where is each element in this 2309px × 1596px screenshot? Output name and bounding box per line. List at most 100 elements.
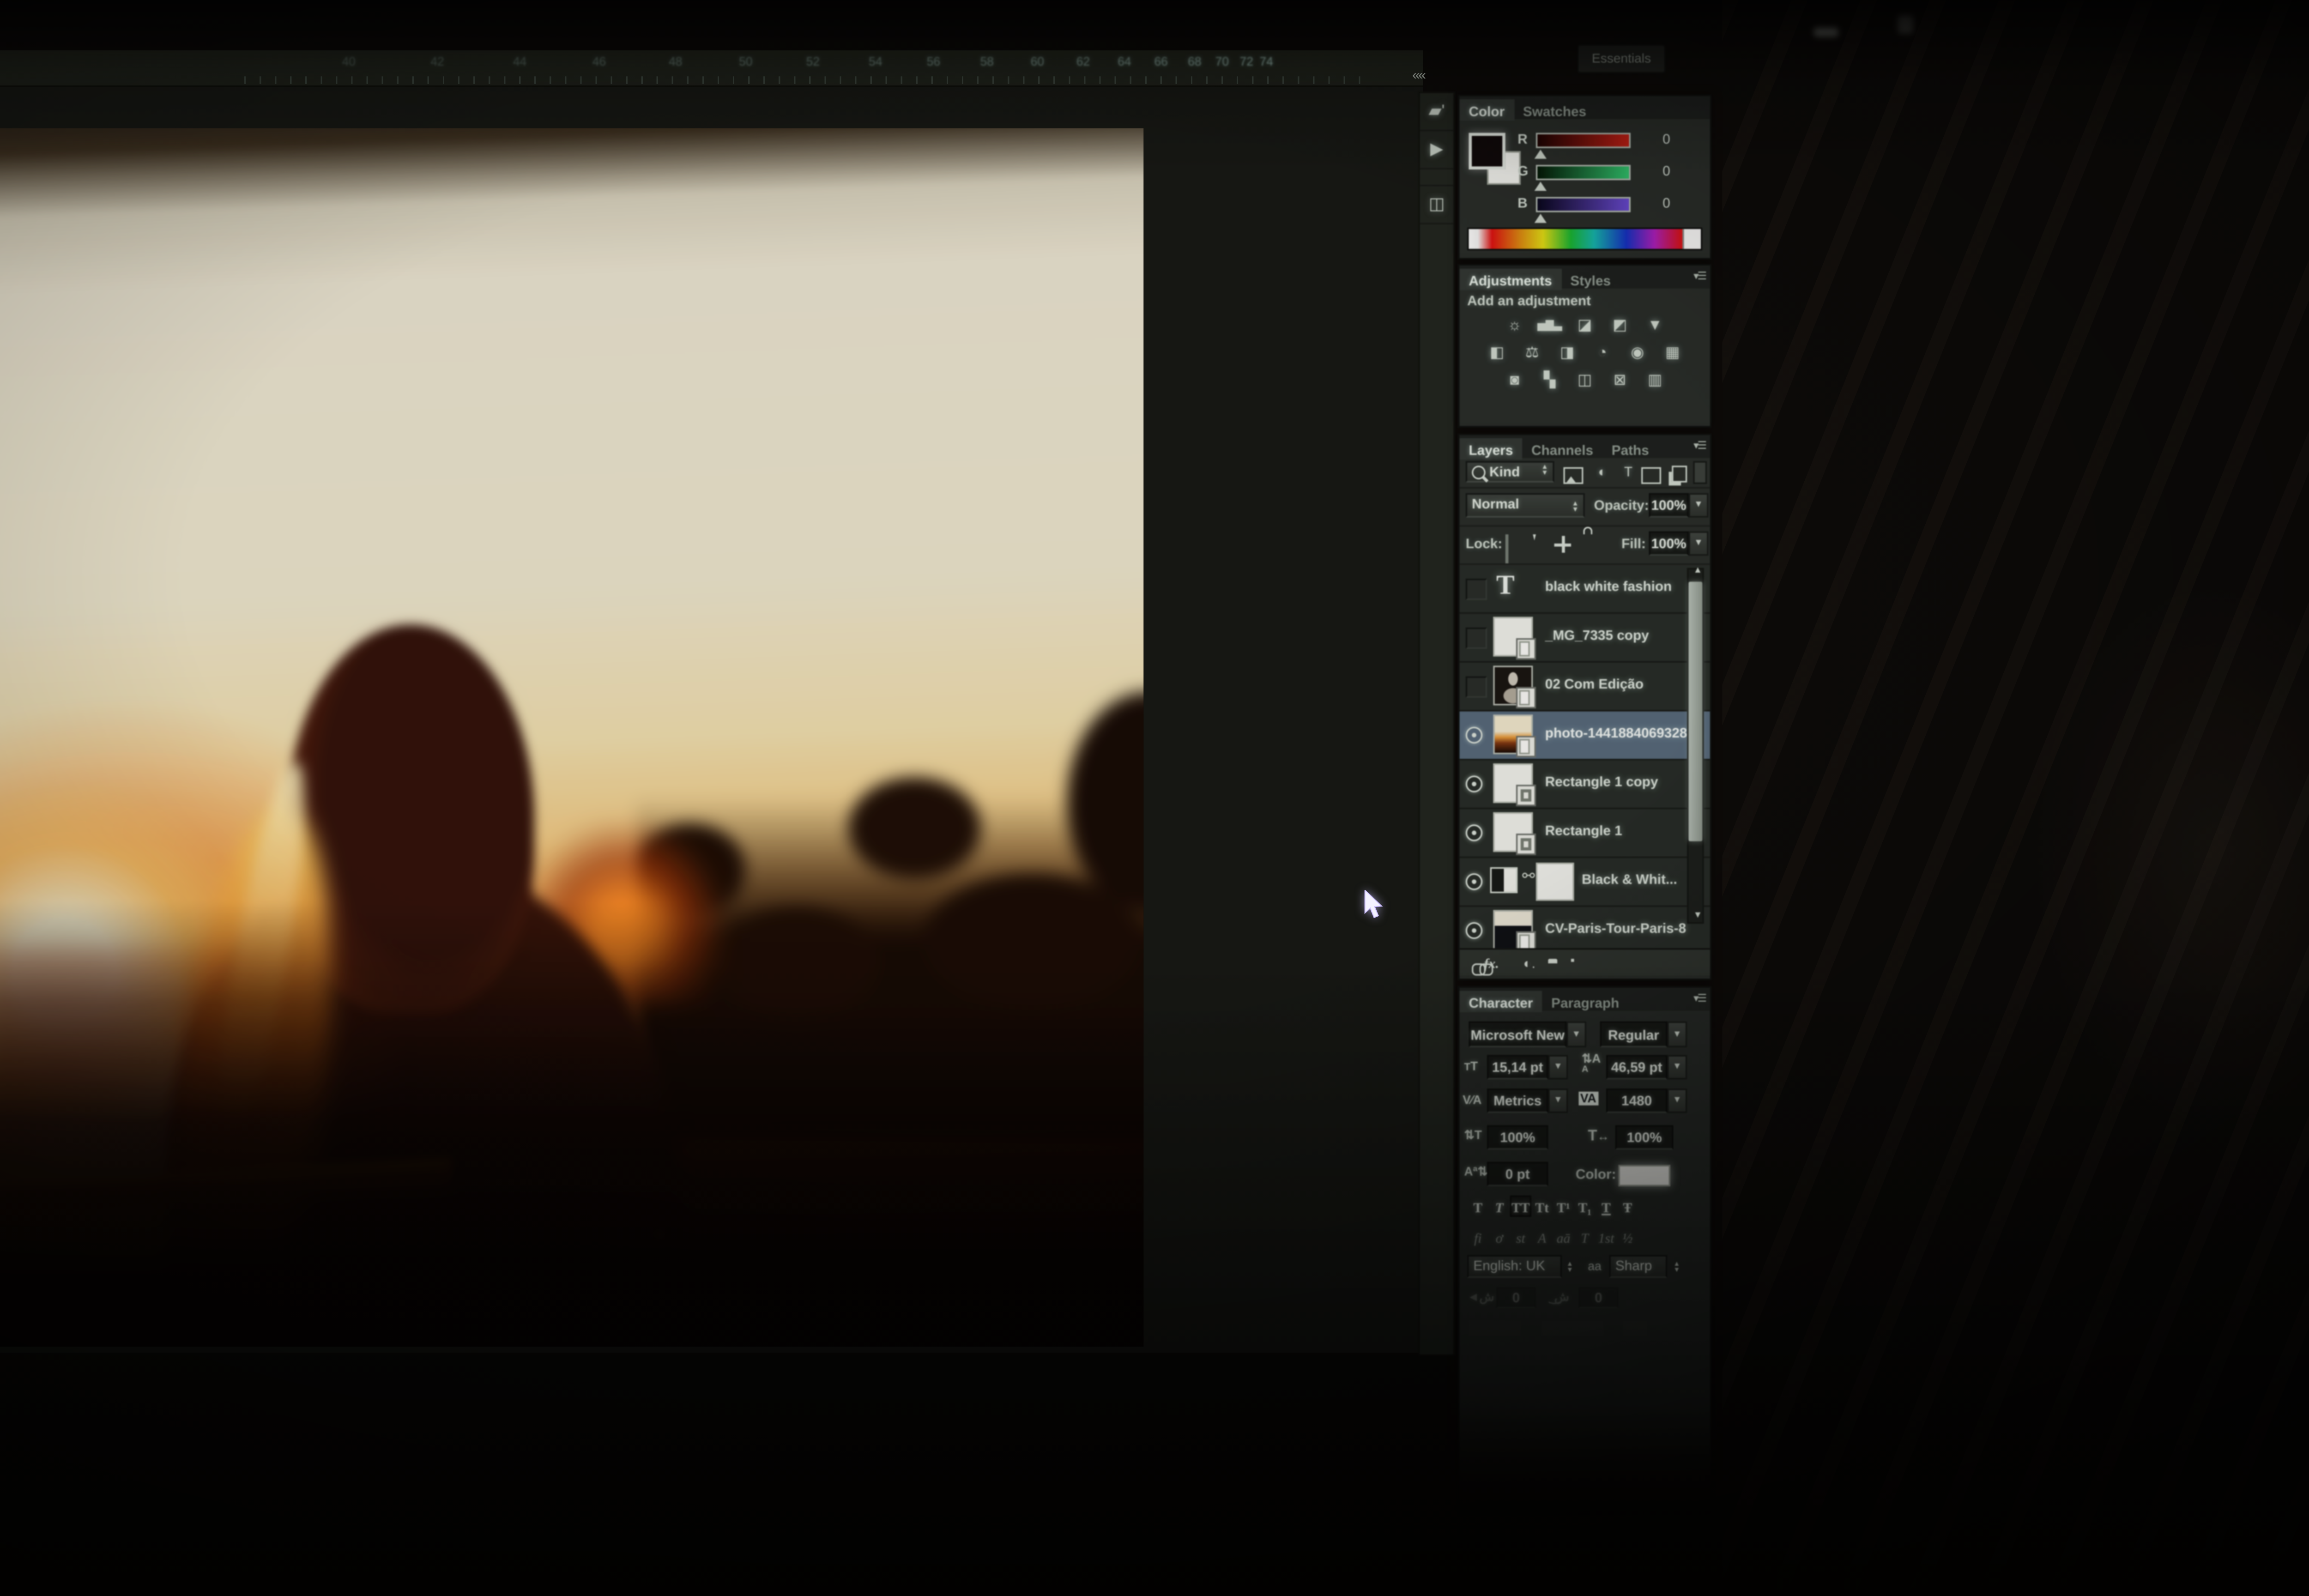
- ordinals-button[interactable]: 1st: [1596, 1227, 1617, 1249]
- tab-paragraph[interactable]: Paragraph: [1542, 991, 1628, 1012]
- faux-italic-button[interactable]: T: [1488, 1197, 1510, 1218]
- filter-shape-icon[interactable]: [1641, 463, 1661, 490]
- scrollbar-thumb[interactable]: [1689, 582, 1703, 841]
- document-canvas[interactable]: [0, 128, 1143, 1347]
- me-value-field[interactable]: 0: [1496, 1287, 1536, 1308]
- lock-transparency-icon[interactable]: [1505, 536, 1509, 563]
- leading-dropdown-icon[interactable]: ▼: [1667, 1055, 1687, 1080]
- vertical-scale-field[interactable]: 100%: [1487, 1125, 1548, 1150]
- titling-alternates-button[interactable]: aā: [1553, 1227, 1574, 1249]
- scroll-up-icon[interactable]: ▲: [1693, 567, 1703, 576]
- selective-color-icon[interactable]: ⊠: [1608, 369, 1632, 393]
- text-color-swatch[interactable]: [1618, 1165, 1670, 1186]
- opacity-value[interactable]: 100%: [1649, 493, 1689, 518]
- superscript-button[interactable]: T¹: [1553, 1197, 1574, 1218]
- exposure-icon[interactable]: ◩: [1608, 314, 1632, 338]
- color-spectrum-ramp[interactable]: [1467, 228, 1702, 251]
- swash-button[interactable]: T: [1574, 1227, 1596, 1249]
- curves-icon[interactable]: ◪: [1572, 314, 1597, 338]
- green-slider[interactable]: [1536, 165, 1631, 180]
- faux-bold-button[interactable]: T: [1467, 1197, 1488, 1218]
- discretionary-ligatures-button[interactable]: st: [1510, 1227, 1531, 1249]
- subscript-button[interactable]: T₁: [1574, 1197, 1596, 1218]
- black-white-icon[interactable]: ◨: [1555, 342, 1579, 365]
- strikethrough-button[interactable]: Ŧ: [1617, 1197, 1638, 1218]
- layer-row[interactable]: Rectangle 1: [1460, 809, 1710, 858]
- 3d-panel-icon[interactable]: ◫: [1420, 185, 1454, 224]
- blue-slider[interactable]: [1536, 197, 1631, 212]
- contextual-alternates-button[interactable]: ơ: [1488, 1227, 1510, 1249]
- tab-channels[interactable]: Channels: [1522, 438, 1602, 459]
- layer-thumbnail[interactable]: [1493, 910, 1533, 949]
- layer-thumbnail[interactable]: [1493, 665, 1533, 705]
- filter-kind-dropdown[interactable]: Kind ▲▼: [1466, 461, 1554, 482]
- font-family-dropdown-icon[interactable]: ▼: [1566, 1022, 1586, 1047]
- fill-dropdown-icon[interactable]: ▼: [1689, 532, 1709, 556]
- layer-thumbnail[interactable]: [1493, 617, 1533, 657]
- filter-pixel-icon[interactable]: [1563, 463, 1583, 490]
- fractions-button[interactable]: ½: [1617, 1227, 1638, 1249]
- language-dropdown[interactable]: English: UK: [1467, 1255, 1562, 1278]
- scroll-down-icon[interactable]: ▼: [1693, 912, 1703, 921]
- tab-paths[interactable]: Paths: [1602, 438, 1658, 459]
- actions-panel-icon[interactable]: ▶: [1420, 131, 1454, 169]
- fill-value[interactable]: 100%: [1649, 532, 1689, 556]
- threshold-icon[interactable]: ◫: [1572, 369, 1597, 393]
- green-value[interactable]: 0: [1640, 163, 1670, 179]
- channel-mixer-icon[interactable]: ◉: [1625, 342, 1650, 365]
- layers-scrollbar[interactable]: [1687, 568, 1704, 924]
- visibility-toggle-off[interactable]: [1466, 579, 1487, 600]
- levels-icon[interactable]: ▅▇▃: [1537, 314, 1562, 338]
- visibility-toggle-off[interactable]: [1466, 677, 1487, 698]
- layer-row[interactable]: T black white fashion: [1460, 565, 1710, 614]
- font-style-dropdown-icon[interactable]: ▼: [1667, 1022, 1687, 1047]
- collapse-panels-icon[interactable]: ««: [1412, 67, 1425, 82]
- layer-row[interactable]: Rectangle 1 copy: [1460, 760, 1710, 809]
- tab-swatches[interactable]: Swatches: [1514, 99, 1596, 121]
- font-family-field[interactable]: Microsoft New ...: [1469, 1022, 1566, 1047]
- font-style-field[interactable]: Regular: [1600, 1022, 1667, 1047]
- tracking-dropdown-icon[interactable]: ▼: [1667, 1088, 1687, 1113]
- filter-type-icon[interactable]: T: [1617, 461, 1640, 482]
- red-value[interactable]: 0: [1640, 131, 1670, 146]
- filter-toggle[interactable]: [1693, 461, 1707, 484]
- leading-field[interactable]: 46,59 pt: [1606, 1055, 1667, 1080]
- tab-styles[interactable]: Styles: [1561, 269, 1620, 290]
- tab-character[interactable]: Character: [1460, 991, 1542, 1012]
- visibility-toggle-off[interactable]: [1466, 628, 1487, 649]
- me-value-field[interactable]: 0: [1579, 1287, 1619, 1308]
- vibrance-icon[interactable]: ▼: [1643, 314, 1667, 338]
- font-size-dropdown-icon[interactable]: ▼: [1548, 1055, 1568, 1080]
- panel-menu-icon[interactable]: ▾☰: [1693, 270, 1705, 282]
- blue-value[interactable]: 0: [1640, 195, 1670, 211]
- layer-row[interactable]: _MG_7335 copy: [1460, 614, 1710, 663]
- workspace-switcher-button[interactable]: Essentials: [1577, 44, 1666, 73]
- filter-adjustment-icon[interactable]: ◐: [1591, 461, 1614, 482]
- visibility-eye-icon[interactable]: [1466, 775, 1482, 792]
- all-caps-button[interactable]: TT: [1510, 1196, 1531, 1217]
- font-size-field[interactable]: 15,14 pt: [1487, 1055, 1548, 1080]
- history-panel-icon[interactable]: ▰ʹ: [1420, 93, 1454, 132]
- baseline-shift-field[interactable]: 0 pt: [1487, 1162, 1548, 1186]
- color-lookup-icon[interactable]: ▦: [1660, 342, 1685, 365]
- gradient-map-icon[interactable]: ▥: [1643, 369, 1667, 393]
- tab-color[interactable]: Color: [1460, 99, 1514, 121]
- panel-menu-icon[interactable]: ▾☰: [1693, 440, 1705, 452]
- visibility-eye-icon[interactable]: [1466, 824, 1482, 841]
- horizontal-scale-field[interactable]: 100%: [1615, 1125, 1674, 1150]
- invert-icon[interactable]: ◙: [1502, 369, 1527, 393]
- new-adjustment-layer-icon[interactable]: ◐.: [1523, 955, 1535, 970]
- brightness-contrast-icon[interactable]: ☼: [1502, 314, 1527, 338]
- layer-row[interactable]: ⚯ Black & Whit...: [1460, 858, 1710, 907]
- ligatures-button[interactable]: fi: [1467, 1227, 1488, 1249]
- visibility-eye-icon[interactable]: [1466, 873, 1482, 890]
- layer-thumbnail[interactable]: [1493, 714, 1533, 754]
- layer-row-selected[interactable]: photo-1441884069328-...: [1460, 712, 1710, 761]
- opacity-dropdown-icon[interactable]: ▼: [1689, 493, 1709, 518]
- kerning-field[interactable]: Metrics: [1487, 1088, 1548, 1113]
- visibility-eye-icon[interactable]: [1466, 727, 1482, 744]
- red-slider[interactable]: [1536, 133, 1631, 148]
- panel-menu-icon[interactable]: ▾☰: [1693, 992, 1705, 1004]
- layer-mask-thumbnail[interactable]: [1536, 863, 1574, 901]
- adjustment-layer-icon[interactable]: [1490, 867, 1518, 893]
